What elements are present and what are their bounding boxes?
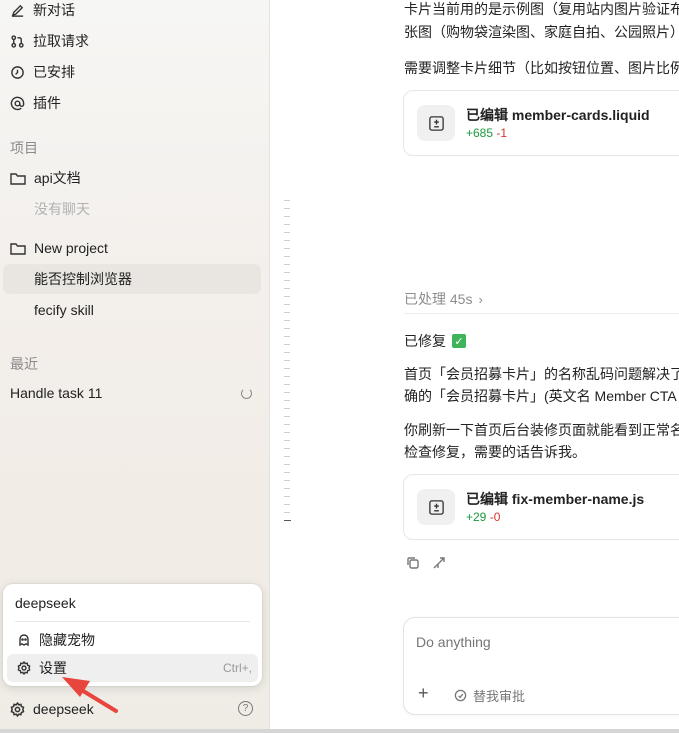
settings-shortcut: Ctrl+,	[222, 661, 252, 675]
message-text: 确的「会员招募卡片」(英文名 Member CTA	[404, 388, 677, 404]
nav-label: 拉取请求	[33, 33, 89, 49]
user-account-button[interactable]: deepseek	[10, 697, 260, 721]
divider	[404, 313, 679, 314]
composer: + 替我审批	[403, 617, 679, 715]
fixed-label: 已修复	[404, 333, 446, 349]
message-text: 检查修复，需要的话告诉我。	[404, 444, 586, 460]
scroll-minimap[interactable]	[284, 200, 292, 528]
nav-new-chat[interactable]: 新对话	[10, 0, 75, 23]
nav-label: 插件	[33, 95, 61, 111]
processed-toggle[interactable]: 已处理 45s ›	[404, 289, 483, 309]
check-mark-icon: ✓	[452, 334, 466, 348]
copy-icon[interactable]	[406, 556, 420, 570]
project-api-docs[interactable]: api文档	[10, 165, 81, 191]
nav-scheduled[interactable]: 已安排	[10, 59, 75, 85]
message-text: 张图（购物袋渲染图、家庭自拍、公园照片）	[404, 24, 679, 40]
folder-icon	[10, 243, 26, 255]
nav-label: 已安排	[33, 64, 75, 80]
diff-stats: +29 -0	[466, 510, 501, 524]
user-name: deepseek	[33, 701, 94, 717]
recent-label: Handle task 11	[10, 385, 103, 401]
approve-label: 替我审批	[473, 689, 526, 704]
auto-approve-toggle[interactable]: 替我审批	[454, 686, 525, 705]
help-icon[interactable]: ?	[238, 701, 253, 716]
project-name: api文档	[34, 170, 81, 186]
message-text: 首页「会员招募卡片」的名称乱码问题解决了	[404, 366, 679, 382]
nav-label: 新对话	[33, 2, 75, 18]
recent-item-handle-task[interactable]: Handle task 11	[10, 380, 260, 406]
account-popup-menu: deepseek 隐藏宠物 设置 Ctrl+,	[3, 584, 262, 686]
message-text: 需要调整卡片细节（比如按钮位置、图片比例	[404, 60, 679, 76]
popup-account-name: deepseek	[15, 595, 76, 611]
attach-plus-icon[interactable]: +	[418, 683, 429, 704]
nav-plugins[interactable]: 插件	[10, 90, 61, 116]
composer-input[interactable]	[416, 634, 676, 650]
diff-icon	[417, 105, 455, 141]
menu-label: 隐藏宠物	[39, 632, 95, 648]
message-text: 你刷新一下首页后台装修页面就能看到正常名	[404, 422, 679, 438]
fork-icon[interactable]	[432, 556, 446, 570]
pet-icon	[19, 634, 29, 647]
projects-title: 项目	[10, 140, 38, 156]
chevron-right-icon: ›	[478, 291, 483, 307]
file-name: 已编辑 fix-member-name.js	[466, 491, 645, 507]
popup-divider	[15, 621, 250, 622]
message-actions	[406, 556, 446, 570]
gear-icon	[10, 701, 25, 717]
fixed-heading: 已修复 ✓	[404, 331, 466, 351]
pull-request-icon	[11, 34, 24, 48]
no-chats-label: 没有聊天	[34, 201, 90, 217]
at-icon	[10, 96, 25, 110]
sidebar: 新对话 拉取请求 已安排 插件 项目 api文档 没有聊天 New projec…	[0, 0, 270, 733]
loading-spinner-icon	[241, 387, 252, 399]
diff-stats: +685 -1	[466, 126, 508, 140]
message-text: 卡片当前用的是示例图（复用站内图片验证布	[404, 1, 679, 17]
project-name: New project	[34, 240, 108, 256]
diff-icon	[417, 489, 455, 525]
shield-icon	[454, 689, 467, 702]
chat-item-fecify-skill[interactable]: fecify skill	[3, 295, 261, 325]
window-bottom-edge	[0, 729, 679, 733]
clock-icon	[11, 65, 24, 79]
folder-icon	[10, 173, 26, 185]
file-name: 已编辑 member-cards.liquid	[466, 107, 650, 123]
gear-icon	[17, 661, 31, 675]
edit-icon	[11, 4, 24, 17]
chat-item-browser-control[interactable]: 能否控制浏览器	[3, 264, 261, 294]
recent-title: 最近	[10, 356, 38, 372]
edited-file-card[interactable]: 已编辑 fix-member-name.js +29 -0	[403, 474, 679, 540]
hide-pet-menu-item[interactable]: 隐藏宠物	[7, 626, 258, 654]
nav-pull-requests[interactable]: 拉取请求	[10, 28, 89, 54]
edited-file-card[interactable]: 已编辑 member-cards.liquid +685 -1	[403, 90, 679, 156]
processed-label: 已处理 45s	[404, 291, 473, 307]
project-new-project[interactable]: New project	[10, 235, 108, 261]
settings-menu-item[interactable]: 设置 Ctrl+,	[7, 654, 258, 682]
menu-label: 设置	[39, 660, 67, 676]
